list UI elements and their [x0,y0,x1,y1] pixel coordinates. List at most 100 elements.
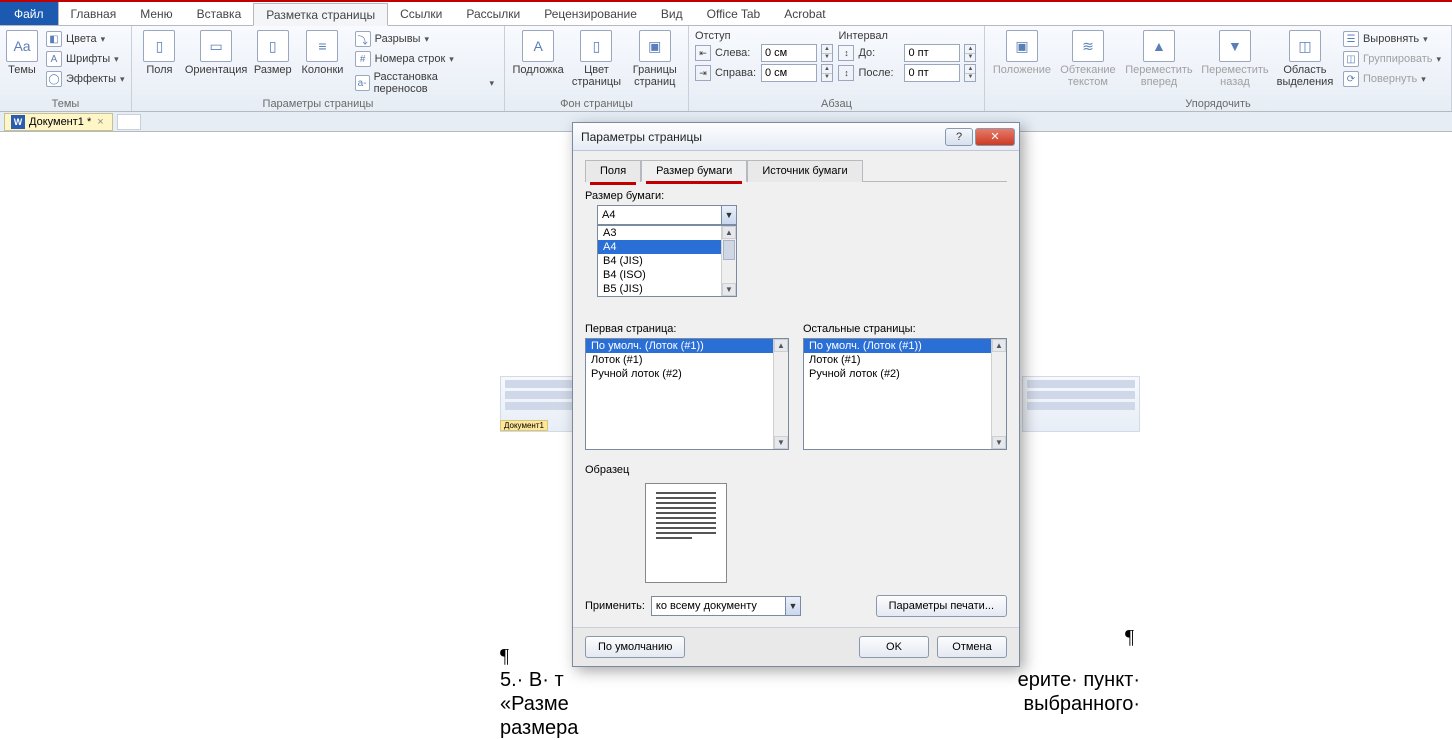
cancel-button[interactable]: Отмена [937,636,1007,658]
group-themes-title: Темы [6,97,125,111]
forward-button[interactable]: ▲Переместить вперед [1123,28,1195,88]
orientation-button[interactable]: ▭Ориентация [185,28,247,76]
theme-effects-button[interactable]: ◯Эффекты▾ [42,70,129,88]
paper-opt-b5jis[interactable]: B5 (JIS) [598,282,736,296]
spacing-after-icon: ↕ [838,65,854,81]
breaks-button[interactable]: ⤵Разрывы▾ [351,30,498,48]
tray-manual[interactable]: Ручной лоток (#2) [586,367,788,381]
tab-officetab[interactable]: Office Tab [695,2,773,25]
dialog-titlebar[interactable]: Параметры страницы ? ✕ [573,123,1019,151]
theme-fonts-button[interactable]: AШрифты▾ [42,50,129,68]
size-button[interactable]: ▯Размер [251,28,294,76]
hyphen-icon: a- [355,75,370,91]
spacing-before-icon: ↕ [838,45,854,61]
paper-opt-a4[interactable]: A4 [598,240,736,254]
align-button[interactable]: ☰Выровнять▾ [1339,30,1445,48]
rotate-button[interactable]: ⟳Повернуть▾ [1339,70,1445,88]
apply-to-combo[interactable]: ко всему документу ▼ [651,596,801,616]
dlg-tab-source[interactable]: Источник бумаги [747,160,862,182]
group-paragraph-title: Абзац [695,97,978,111]
other-pages-label: Остальные страницы: [803,323,1007,335]
tab-links[interactable]: Ссылки [388,2,454,25]
group-pagesetup-title: Параметры страницы [138,97,498,111]
selection-pane-button[interactable]: ◫Область выделения [1275,28,1335,88]
themes-icon: Aa [6,30,38,62]
new-tab-button[interactable] [117,114,141,130]
align-icon: ☰ [1343,31,1359,47]
breaks-icon: ⤵ [355,31,371,47]
line-numbers-button[interactable]: #Номера строк▾ [351,50,498,68]
listbox-scrollbar[interactable]: ▲▼ [991,339,1006,449]
pagecolor-icon: ▯ [580,30,612,62]
theme-colors-button[interactable]: ◧Цвета▾ [42,30,129,48]
page-color-button[interactable]: ▯Цвет страницы [569,28,623,88]
chevron-down-icon[interactable]: ▼ [785,596,801,616]
paper-opt-a3[interactable]: A3 [598,226,736,240]
chevron-down-icon[interactable]: ▼ [721,205,737,225]
group-pagebg-title: Фон страницы [511,97,682,111]
pageborders-icon: ▣ [639,30,671,62]
help-button[interactable]: ? [945,128,973,146]
defaults-button[interactable]: По умолчанию [585,636,685,658]
other-pages-listbox[interactable]: По умолч. (Лоток (#1)) Лоток (#1) Ручной… [803,338,1007,450]
linenum-icon: # [355,51,371,67]
dlg-tab-paper[interactable]: Размер бумаги [641,160,747,182]
paper-size-combo[interactable]: A4 ▼ A3 A4 B4 (JIS) B4 (ISO) B5 (JIS) ▲▼ [597,205,737,225]
tab-insert[interactable]: Вставка [185,2,254,25]
dialog-tabs: Поля Размер бумаги Источник бумаги [585,159,1007,182]
themes-button[interactable]: Aa Темы [6,28,38,76]
doc-tab-close[interactable]: × [95,116,105,128]
hyphenation-button[interactable]: a-Расстановка переносов▾ [351,70,498,96]
indent-right-spinner[interactable]: ▲▼ [821,64,833,82]
close-button[interactable]: ✕ [975,128,1015,146]
watermark-button[interactable]: AПодложка [511,28,565,76]
indent-right-icon: ⇥ [695,65,711,81]
spacing-title: Интервал [838,30,978,42]
tab-review[interactable]: Рецензирование [532,2,649,25]
tab-view[interactable]: Вид [649,2,695,25]
sample-preview [645,483,727,583]
paper-opt-b4jis[interactable]: B4 (JIS) [598,254,736,268]
position-button[interactable]: ▣Положение [991,28,1053,76]
columns-button[interactable]: ≡Колонки [298,28,346,76]
tab-acrobat[interactable]: Acrobat [772,2,837,25]
dropdown-scrollbar[interactable]: ▲▼ [721,226,736,296]
palette-icon: ◧ [46,31,62,47]
tray-manual[interactable]: Ручной лоток (#2) [804,367,1006,381]
doc-tab[interactable]: W Документ1 * × [4,113,113,131]
indent-left-input[interactable] [761,44,817,62]
tray-default[interactable]: По умолч. (Лоток (#1)) [586,339,788,353]
spacing-after-spinner[interactable]: ▲▼ [964,64,976,82]
print-options-button[interactable]: Параметры печати... [876,595,1007,617]
tab-page-layout[interactable]: Разметка страницы [253,3,388,26]
tray-default[interactable]: По умолч. (Лоток (#1)) [804,339,1006,353]
embedded-img-right [1022,376,1140,432]
group-button[interactable]: ◫Группировать▾ [1339,50,1445,68]
back-button[interactable]: ▼Переместить назад [1199,28,1271,88]
tray-1[interactable]: Лоток (#1) [586,353,788,367]
paper-opt-b4iso[interactable]: B4 (ISO) [598,268,736,282]
tab-file[interactable]: Файл [0,2,59,25]
indent-left-spinner[interactable]: ▲▼ [821,44,833,62]
spacing-after: ↕ После: ▲▼ [838,64,978,82]
ok-button[interactable]: OK [859,636,929,658]
tab-menu[interactable]: Меню [128,2,184,25]
wrap-button[interactable]: ≋Обтекание текстом [1057,28,1119,88]
tab-mailings[interactable]: Рассылки [454,2,532,25]
spacing-after-input[interactable] [904,64,960,82]
listbox-scrollbar[interactable]: ▲▼ [773,339,788,449]
themes-label: Темы [8,64,36,76]
first-page-listbox[interactable]: По умолч. (Лоток (#1)) Лоток (#1) Ручной… [585,338,789,450]
spacing-before-spinner[interactable]: ▲▼ [964,44,976,62]
page-borders-button[interactable]: ▣Границы страниц [628,28,682,88]
back-icon: ▼ [1219,30,1251,62]
margins-button[interactable]: ▯Поля [138,28,181,76]
indent-right-input[interactable] [761,64,817,82]
group-arrange-title: Упорядочить [991,97,1445,111]
tab-home[interactable]: Главная [59,2,129,25]
tray-1[interactable]: Лоток (#1) [804,353,1006,367]
spacing-before-input[interactable] [904,44,960,62]
ribbon-tabs: Файл Главная Меню Вставка Разметка стран… [0,2,1452,26]
indent-left-icon: ⇤ [695,45,711,61]
dlg-tab-margins[interactable]: Поля [585,160,641,182]
